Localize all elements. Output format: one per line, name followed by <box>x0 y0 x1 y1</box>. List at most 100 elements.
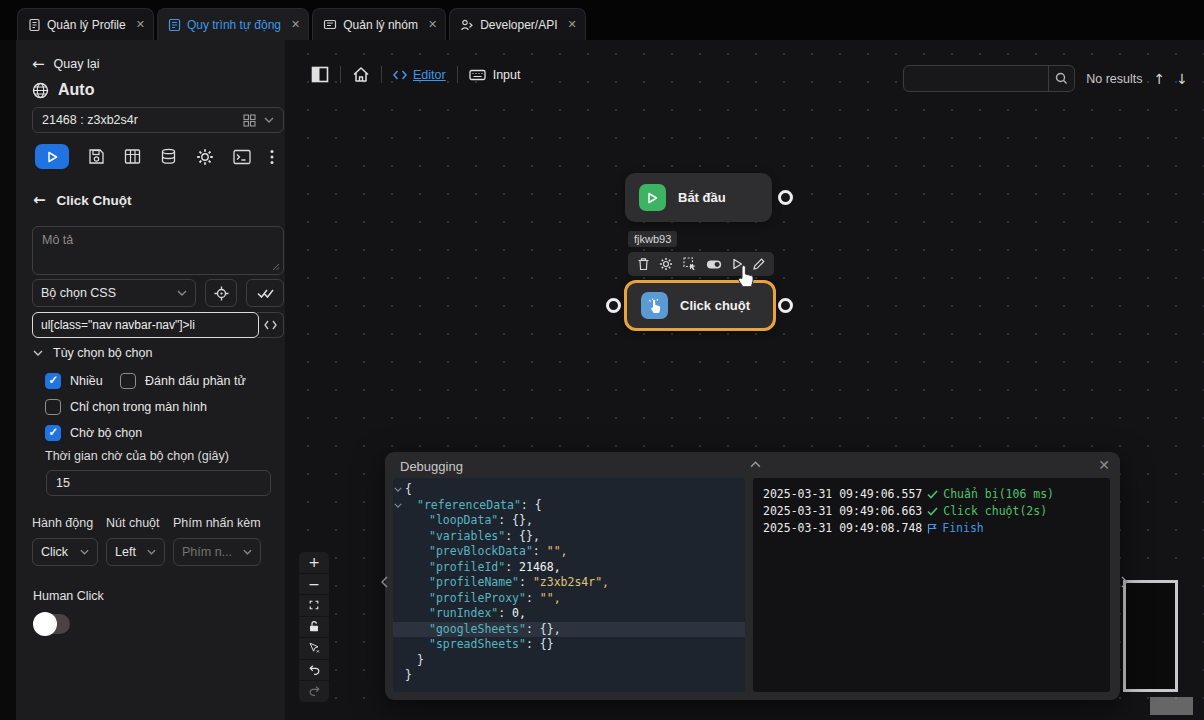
undo-icon <box>308 664 321 676</box>
pick-element-button[interactable] <box>205 279 237 307</box>
search-button[interactable] <box>1048 66 1074 91</box>
more-vertical-icon[interactable] <box>270 149 274 165</box>
database-icon[interactable] <box>160 148 177 165</box>
save-icon[interactable] <box>88 148 105 165</box>
play-icon <box>647 192 658 204</box>
search-next-icon[interactable]: ↓ <box>1176 71 1188 87</box>
tab-developer-api[interactable]: Developer/API ✕ <box>449 8 586 40</box>
chevron-down-icon <box>177 290 187 296</box>
search-input[interactable] <box>904 72 1048 86</box>
checkbox-box <box>45 399 61 415</box>
editor-tab[interactable]: Editor <box>393 68 446 82</box>
table-icon[interactable] <box>124 148 141 165</box>
lock-button[interactable] <box>299 617 329 638</box>
redo-button[interactable] <box>299 681 329 702</box>
toggle-knob <box>33 612 57 636</box>
description-textarea[interactable]: Mô tả <box>32 226 284 275</box>
chevron-down-icon <box>33 350 43 356</box>
lock-icon <box>308 620 320 633</box>
zoom-toolbar: + − <box>299 552 329 702</box>
checkbox-danh-dau[interactable]: Đánh dấu phần tử <box>120 373 246 389</box>
checkbox-nhieu[interactable]: Nhiều <box>45 373 103 389</box>
mouse-button-select[interactable]: Left <box>106 538 165 566</box>
timeout-input[interactable]: 15 <box>46 470 271 496</box>
divider <box>381 66 382 83</box>
checkbox-chi-chon[interactable]: Chỉ chọn trong màn hình <box>45 399 207 415</box>
action-select[interactable]: Click <box>32 538 98 566</box>
input-icon <box>469 68 486 82</box>
click-node-output-port[interactable] <box>778 298 793 313</box>
developer-tab-icon <box>460 18 474 32</box>
panel-toggle-icon[interactable] <box>311 66 329 83</box>
block-title: Click Chuột <box>57 193 132 208</box>
action-row: Hành động Click Nút chuột Left Phím nhấn… <box>32 516 261 566</box>
delete-icon[interactable] <box>637 257 650 271</box>
fit-view-button[interactable] <box>299 595 329 616</box>
description-placeholder: Mô tả <box>42 233 73 247</box>
flow-canvas[interactable]: Editor Input No results ↑ ↓ B <box>285 40 1204 720</box>
gear-icon[interactable] <box>196 148 214 166</box>
select-mode-button[interactable] <box>299 638 329 659</box>
canvas-toolbar: Editor Input <box>311 66 520 83</box>
human-click-toggle[interactable] <box>35 614 70 634</box>
copy-select-icon[interactable] <box>683 257 697 271</box>
zoom-in-button[interactable]: + <box>299 552 329 573</box>
json-view[interactable]: {"referenceData": {"loopData": {},"varia… <box>393 478 745 692</box>
tab-close-icon[interactable]: ✕ <box>291 18 300 31</box>
input-tab[interactable]: Input <box>469 68 521 82</box>
tab-quy-trinh-tu-dong[interactable]: Quy trình tự động ✕ <box>157 8 309 40</box>
panel-right-chevron[interactable] <box>1121 576 1128 588</box>
selector-options-header[interactable]: Tùy chọn bộ chọn <box>33 346 152 360</box>
search-results-status: No results <box>1086 72 1142 86</box>
terminal-icon[interactable] <box>233 149 251 165</box>
tab-quan-ly-nhom[interactable]: Quản lý nhóm ✕ <box>312 8 446 40</box>
minimap-viewport[interactable] <box>1150 697 1193 715</box>
tab-close-icon[interactable]: ✕ <box>568 18 577 31</box>
page-title-text: Auto <box>58 81 94 99</box>
tab-bar: Quản lý Profile ✕ Quy trình tự động ✕ Qu… <box>0 0 1204 40</box>
modifier-key-select[interactable]: Phím n... <box>173 538 261 566</box>
search-prev-icon[interactable]: ↑ <box>1154 71 1166 87</box>
run-button[interactable] <box>35 144 69 169</box>
search-icon <box>1055 72 1068 85</box>
block-header: ← Click Chuột <box>33 191 132 209</box>
zoom-out-button[interactable]: − <box>299 574 329 595</box>
start-node-output-port[interactable] <box>778 190 793 205</box>
start-node-icon <box>639 184 666 211</box>
search-box <box>903 65 1075 92</box>
settings-icon[interactable] <box>659 257 673 271</box>
collapse-panel-icon[interactable] <box>750 461 761 468</box>
tab-close-icon[interactable]: ✕ <box>136 18 145 31</box>
tab-close-icon[interactable]: ✕ <box>428 18 437 31</box>
search-group: No results ↑ ↓ <box>903 65 1188 92</box>
undo-button[interactable] <box>299 660 329 681</box>
panel-left-chevron[interactable] <box>381 576 388 588</box>
close-panel-icon[interactable]: ✕ <box>1098 457 1110 473</box>
checkbox-cho-bo-chon[interactable]: Chờ bộ chọn <box>45 425 142 441</box>
minimap[interactable] <box>1123 580 1178 692</box>
code-button[interactable] <box>257 312 284 338</box>
chevron-down-icon <box>264 117 274 123</box>
home-icon[interactable] <box>352 66 370 83</box>
human-click-label: Human Click <box>33 589 104 603</box>
verify-selector-button[interactable] <box>246 279 284 307</box>
tab-label: Quy trình tự động <box>187 18 281 32</box>
selector-input[interactable] <box>32 312 259 338</box>
toggle-icon[interactable] <box>706 259 722 270</box>
back-link[interactable]: ← Quay lại <box>32 55 99 73</box>
selector-type-select[interactable]: Bộ chọn CSS <box>32 279 196 307</box>
log-view[interactable]: 2025-03-31 09:49:06.557Chuẩn bị(106 ms)2… <box>753 478 1110 692</box>
pointer-star-icon <box>308 642 320 654</box>
back-label: Quay lại <box>54 57 100 71</box>
profile-select[interactable]: 21468 : z3xb2s4r <box>32 107 284 133</box>
click-node-label: Click chuột <box>680 298 750 313</box>
start-node[interactable]: Bắt đầu <box>625 173 772 222</box>
block-back-icon[interactable]: ← <box>33 191 46 209</box>
code-icon <box>393 70 407 80</box>
fit-view-icon <box>308 599 320 611</box>
resize-handle-icon[interactable] <box>272 263 280 271</box>
click-node-icon <box>641 292 668 319</box>
click-node-input-port[interactable] <box>606 298 621 313</box>
checkbox-box <box>45 425 61 441</box>
tab-quan-ly-profile[interactable]: Quản lý Profile ✕ <box>17 8 154 40</box>
